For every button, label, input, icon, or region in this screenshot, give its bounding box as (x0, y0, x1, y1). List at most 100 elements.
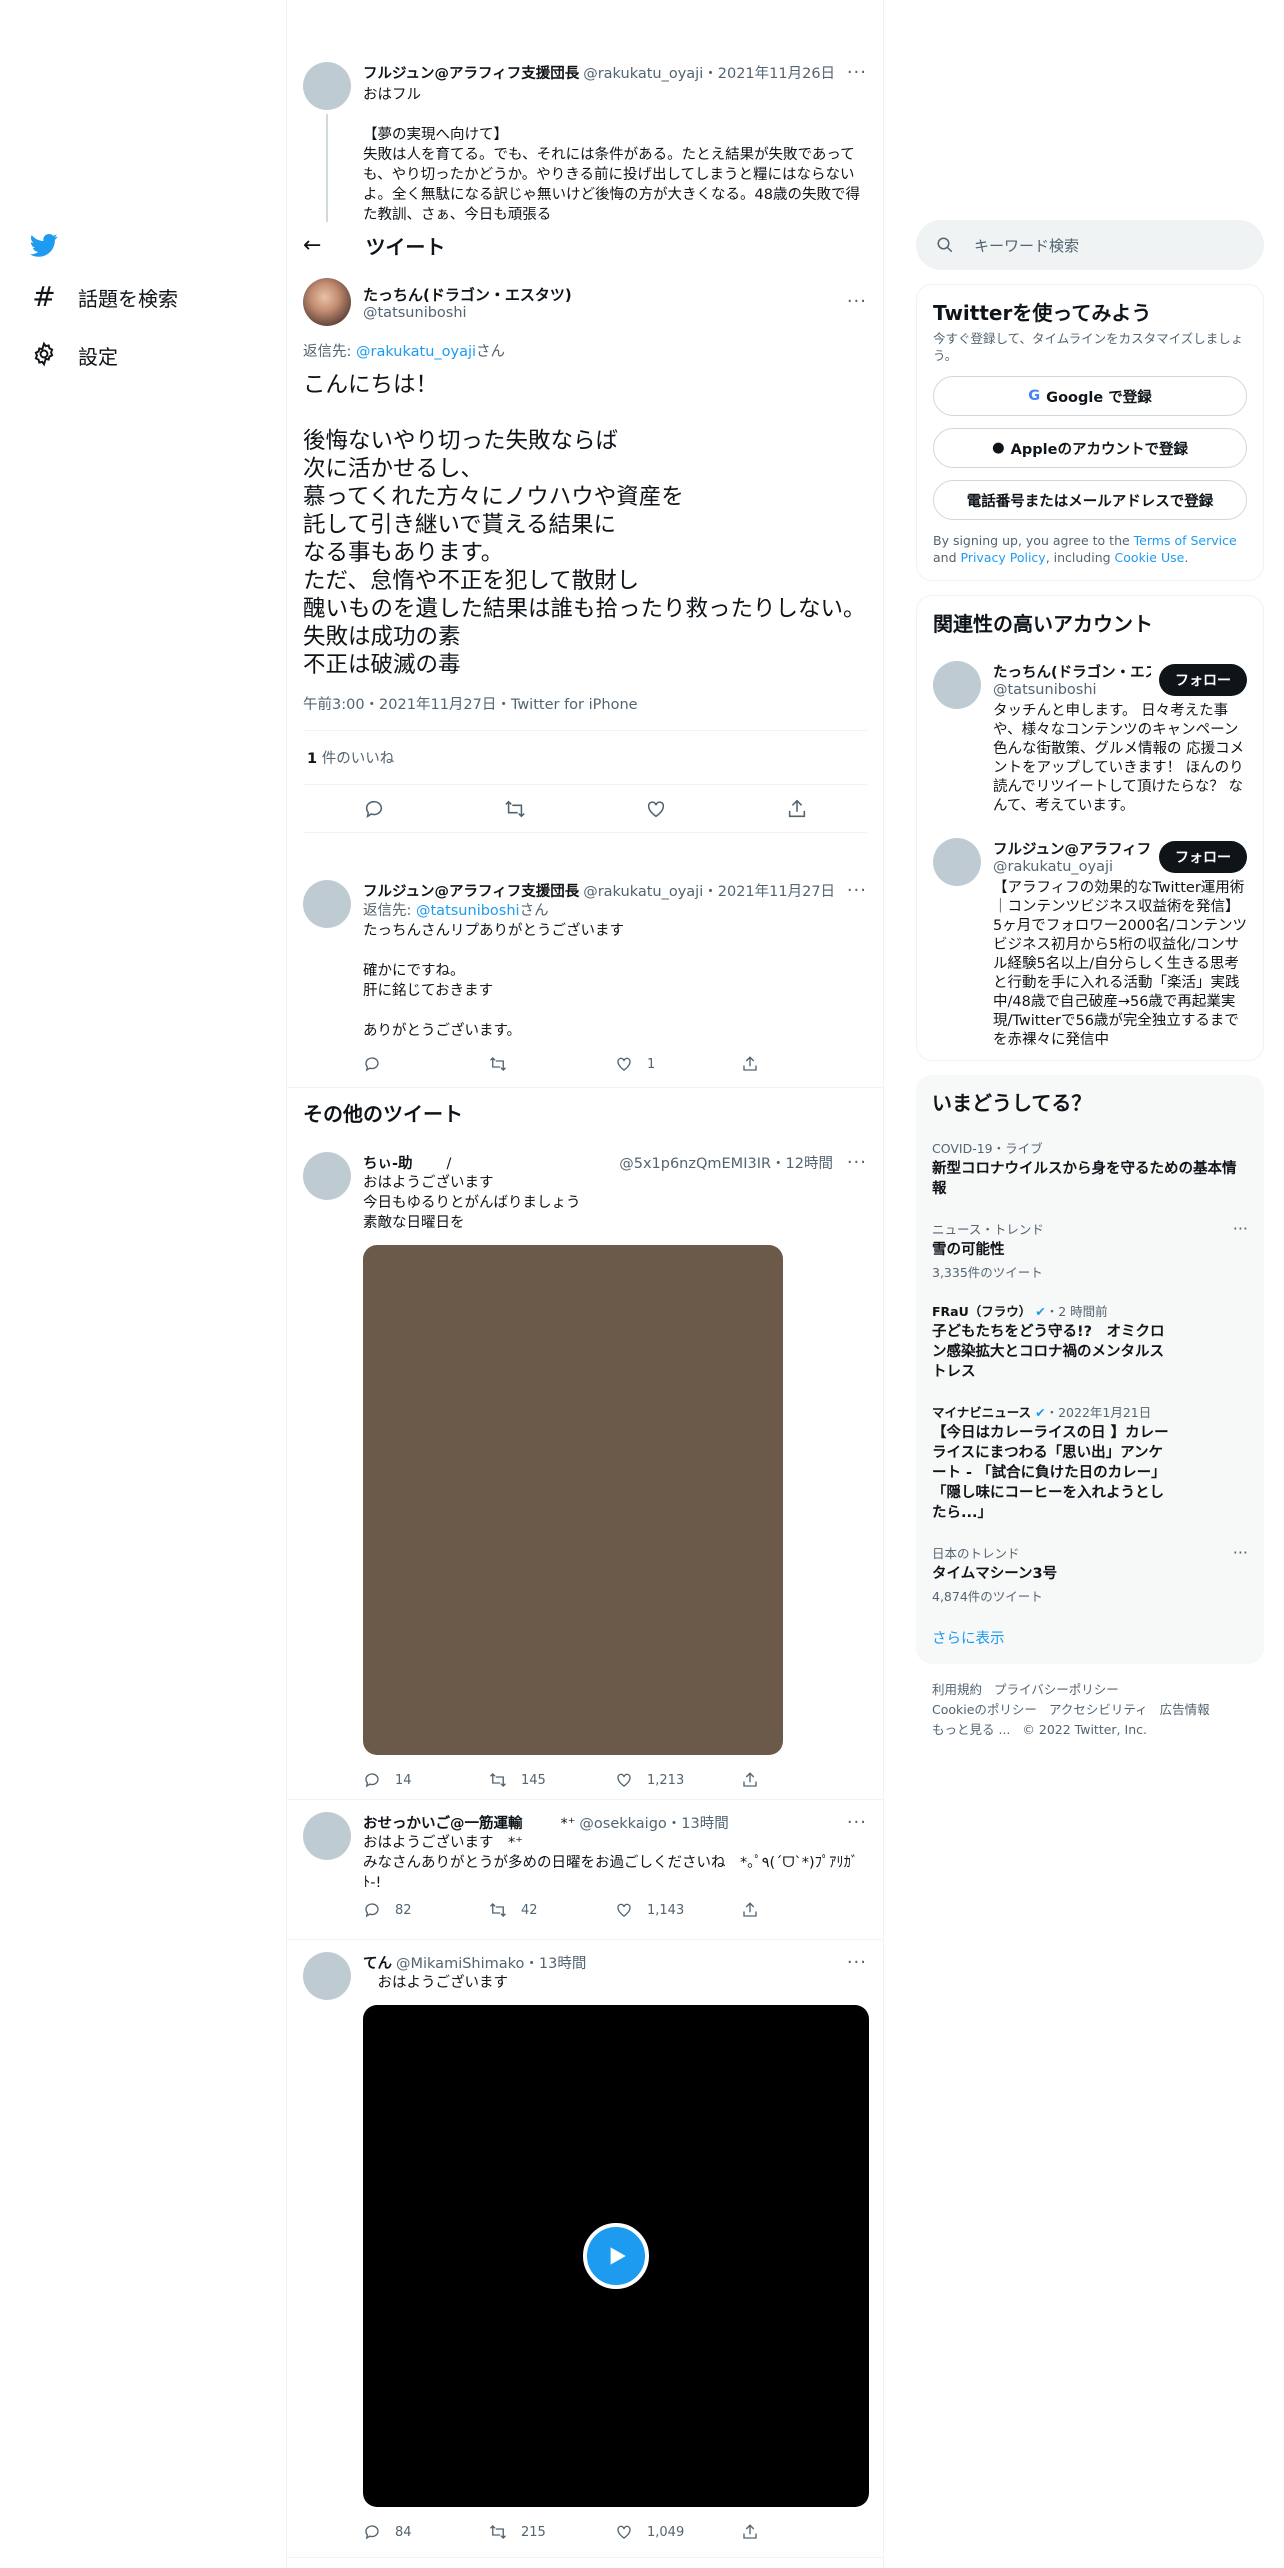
reply-to-link[interactable]: @tatsuniboshi (416, 903, 520, 919)
follow-button[interactable]: フォロー (1159, 840, 1247, 873)
like-icon[interactable] (645, 798, 667, 820)
tweet-photo[interactable] (363, 1245, 783, 1755)
retweet-icon[interactable] (504, 798, 526, 820)
account-item[interactable]: たっちん(ドラゴン・エスタツ)@tatsuniboshi フォロー タッチんと申… (917, 649, 1263, 826)
search-icon (937, 237, 953, 253)
tweet-time[interactable]: ・13時間 (667, 1812, 729, 1833)
nav-settings[interactable]: 設定 (30, 326, 260, 384)
signup-subtitle: 今すぐ登録して、タイムラインをカスタマイズしましょう。 (933, 331, 1244, 363)
account-name[interactable]: フルジュン@アラフィフ支援団長 (993, 838, 1151, 859)
like-button[interactable]: 1,213 (615, 1771, 741, 1789)
more-icon[interactable]: ··· (847, 1953, 867, 1971)
author-name[interactable]: フルジュン@アラフィフ支援団長 (363, 62, 579, 83)
author-name[interactable]: てん (363, 1952, 392, 1973)
avatar[interactable] (933, 838, 981, 886)
avatar[interactable] (303, 62, 351, 110)
retweet-button[interactable] (489, 1055, 615, 1073)
footer-link[interactable]: アクセシビリティ (1049, 1702, 1148, 1717)
retweet-button[interactable]: 215 (489, 2523, 615, 2541)
tweet-text: おはフル 【夢の実現へ向けて】 失敗は人を育てる。でも、それには条件がある。たとえ結… (363, 87, 860, 222)
reply-button[interactable]: 14 (363, 1771, 489, 1789)
play-icon[interactable] (583, 2223, 649, 2289)
tweet[interactable]: ちぃ-助 / @5x1p6nzQmEMI3IR ・12時間 ··· おはようございます… (287, 1140, 883, 1800)
share-button[interactable] (741, 1901, 867, 1919)
author-handle: @5x1p6nzQmEMI3IR (619, 1156, 772, 1172)
more-icon[interactable]: ··· (847, 1153, 867, 1171)
avatar[interactable] (303, 278, 351, 326)
tweet-video[interactable] (363, 2005, 869, 2507)
tweet-date[interactable]: ・2021年11月27日 (703, 880, 835, 901)
more-icon[interactable]: ··· (1233, 1219, 1248, 1238)
google-signup-button[interactable]: G Google で登録 (933, 376, 1247, 416)
author-name[interactable]: フルジュン@アラフィフ支援団長 (363, 880, 579, 901)
reply-button[interactable]: 82 (363, 1901, 489, 1919)
avatar[interactable] (303, 1152, 351, 1200)
like-button[interactable]: 1 (615, 1055, 741, 1073)
reply-button[interactable] (363, 1055, 489, 1073)
avatar[interactable] (303, 880, 351, 928)
cookie-link[interactable]: Cookie Use (1115, 550, 1185, 565)
footer-link[interactable]: 利用規約 (932, 1682, 982, 1697)
apple-signup-button[interactable]: ● Appleのアカウントで登録 (933, 428, 1247, 468)
twitter-logo-icon[interactable] (30, 222, 260, 268)
tweet-time[interactable]: ・13時間 (524, 1952, 586, 1973)
follow-button[interactable]: フォロー (1159, 663, 1247, 696)
author-name[interactable]: ちぃ-助 (363, 1152, 413, 1173)
avatar[interactable] (933, 661, 981, 709)
account-name[interactable]: たっちん(ドラゴン・エスタツ) (993, 661, 1151, 682)
search-bar[interactable]: キーワード検索 (916, 220, 1264, 270)
timeline-column: フルジュン@アラフィフ支援団長 @rakukatu_oyaji ・2021年11月2… (286, 0, 884, 2568)
show-more-link[interactable]: さらに表示 (916, 1615, 1264, 1664)
more-icon[interactable]: ··· (1233, 1543, 1248, 1562)
tweet-time[interactable]: ・12時間 (771, 1152, 833, 1173)
tweet[interactable]: おせっかいご@一筋運輸 *⁺ @osekkaigo ・13時間 ··· おはようござい… (287, 1800, 883, 1940)
nav-explore[interactable]: # 話題を検索 (30, 268, 260, 326)
share-button[interactable] (741, 1771, 867, 1789)
reply-tweet[interactable]: フルジュン@アラフィフ支援団長 @rakukatu_oyaji ・2021年11月2… (287, 868, 883, 1088)
privacy-link[interactable]: Privacy Policy (961, 550, 1046, 565)
share-icon (743, 1772, 757, 1787)
trend-item[interactable]: マイナビニュース ✔・2022年1月21日 【今日はカレーライスの日 】カレーラ… (916, 1392, 1264, 1533)
trend-item[interactable]: ニュース・トレンド 雪の可能性 3,335件のツイート ··· (916, 1209, 1264, 1291)
tweet[interactable]: てん @MikamiShimako ・13時間 ··· おはようございます 84 2… (287, 1940, 883, 2558)
author-name[interactable]: おせっかいご@一筋運輸 (363, 1812, 523, 1833)
avatar[interactable] (303, 1812, 351, 1860)
author-handle: @rakukatu_oyaji (583, 884, 704, 900)
reply-button[interactable]: 84 (363, 2523, 489, 2541)
share-icon[interactable] (786, 798, 808, 820)
more-icon[interactable]: ··· (847, 881, 867, 899)
share-button[interactable] (741, 1055, 867, 1073)
terms-link[interactable]: Terms of Service (1134, 533, 1237, 548)
tweet-meta[interactable]: 午前3:00・2021年11月27日・Twitter for iPhone (303, 693, 867, 731)
hashtag-icon: # (32, 280, 56, 313)
more-icon[interactable]: ··· (847, 1813, 867, 1831)
retweet-button[interactable]: 42 (489, 1901, 615, 1919)
footer-link[interactable]: 広告情報 (1160, 1702, 1210, 1717)
avatar[interactable] (303, 1952, 351, 2000)
footer-link[interactable]: Cookieのポリシー (932, 1702, 1037, 1717)
footer-link[interactable]: プライバシーポリシー (994, 1682, 1119, 1697)
trend-item[interactable]: 日本のトレンド タイムマシーン3号 4,874件のツイート ··· (916, 1533, 1264, 1615)
reply-to-link[interactable]: @rakukatu_oyaji (356, 344, 476, 360)
trend-item[interactable]: COVID-19・ライブ 新型コロナウイルスから身を守るための基本情報 (916, 1128, 1264, 1209)
share-button[interactable] (741, 2523, 867, 2541)
retweet-button[interactable]: 145 (489, 1771, 615, 1789)
likes-count[interactable]: 1 件のいいね (303, 731, 867, 785)
phone-email-signup-button[interactable]: 電話番号またはメールアドレスで登録 (933, 480, 1247, 520)
like-button[interactable]: 1,143 (615, 1901, 741, 1919)
google-icon: G (1028, 388, 1041, 404)
tweet-date[interactable]: ・2021年11月26日 (703, 62, 835, 83)
more-icon[interactable]: ··· (847, 63, 867, 81)
like-button[interactable]: 1,049 (615, 2523, 741, 2541)
footer-more[interactable]: もっと見る ... (932, 1722, 1010, 1737)
main-tweet: たっちん(ドラゴン・エスタツ) @tatsuniboshi ··· 返信先: @… (287, 278, 883, 833)
account-item[interactable]: フルジュン@アラフィフ支援団長@rakukatu_oyaji フォロー 【アラフ… (917, 826, 1263, 1060)
search-input[interactable]: キーワード検索 (974, 235, 1079, 256)
more-icon[interactable]: ··· (847, 293, 867, 311)
signup-terms: By signing up, you agree to the Terms of… (933, 533, 1237, 565)
trend-item[interactable]: FRaU（フラウ） ✔・2 時間前 子どもたちをどう守る!? オミクロン感染拡大… (916, 1291, 1264, 1392)
parent-tweet[interactable]: フルジュン@アラフィフ支援団長 @rakukatu_oyaji ・2021年11月2… (287, 62, 883, 222)
back-arrow-icon[interactable]: ← (303, 233, 321, 258)
reply-icon[interactable] (363, 798, 385, 820)
author-name[interactable]: たっちん(ドラゴン・エスタツ) (363, 284, 847, 305)
